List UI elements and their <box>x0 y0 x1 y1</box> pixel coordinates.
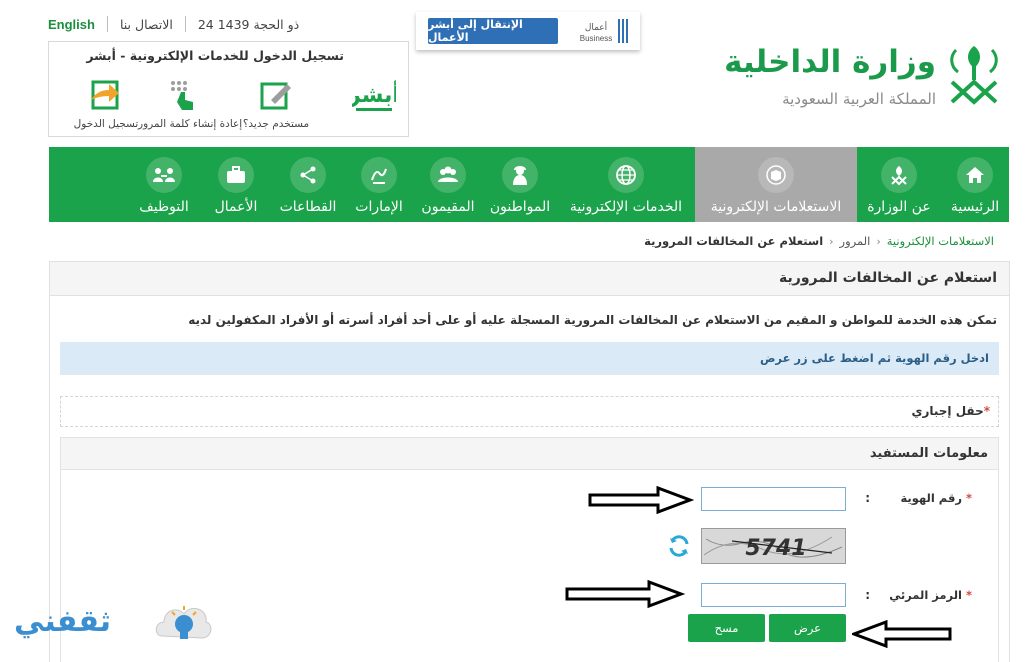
required-field-note: حقل إجباري* <box>60 396 999 427</box>
arrow-left-icon <box>852 620 952 648</box>
submit-button[interactable]: عرض <box>769 614 846 642</box>
divider <box>106 16 108 32</box>
nav-label: عن الوزارة <box>867 199 931 215</box>
absher-box-title: تسجيل الدخول للخدمات الإلكترونية - أبشر <box>86 48 344 63</box>
absher-business-banner: الإنتقال إلى أبشر الأعمال أعمال Business <box>416 12 640 50</box>
absher-login-box: تسجيل الدخول للخدمات الإلكترونية - أبشر … <box>48 41 409 137</box>
nav-label: التوظيف <box>139 199 189 215</box>
nav-label: المواطنون <box>489 199 551 215</box>
breadcrumb-traffic[interactable]: المرور <box>840 234 871 248</box>
nav-label: المقيمون <box>421 199 475 215</box>
breadcrumb: الاستعلامات الإلكترونية › المرور › استعل… <box>644 234 994 248</box>
nav-about-ministry[interactable]: عن الوزارة <box>857 147 941 222</box>
residents-icon <box>438 166 458 182</box>
ministry-brand[interactable]: وزارة الداخلية المملكة العربية السعودية <box>724 38 1010 118</box>
new-user-icon <box>260 82 291 110</box>
lightbulb-cloud-icon <box>155 606 212 639</box>
hijri-date: 24 ذو الحجة 1439 <box>197 16 300 32</box>
go-to-absher-business-button[interactable]: الإنتقال إلى أبشر الأعمال <box>428 18 558 44</box>
login-icon <box>91 80 119 110</box>
nav-home[interactable]: الرئيسية <box>941 147 1009 222</box>
page-title: استعلام عن المخالفات المرورية <box>50 262 1009 296</box>
id-number-label-text: رقم الهوية <box>900 491 962 505</box>
login-link[interactable]: تسجيل الدخول <box>60 76 152 130</box>
emirates-icon <box>371 168 387 184</box>
watermark-text: ثقفني <box>14 604 112 639</box>
absher-business-logo-icon: أعمال Business <box>580 19 628 43</box>
contact-us-link[interactable]: الاتصال بنا <box>120 17 173 32</box>
required-star: * <box>983 404 990 418</box>
inquiries-icon <box>766 165 786 185</box>
nav-residents[interactable]: المقيمون <box>413 147 483 222</box>
nav-business[interactable]: الأعمال <box>201 147 271 222</box>
nav-e-services[interactable]: الخدمات الإلكترونية <box>557 147 695 222</box>
chevron-left-icon: › <box>876 234 881 248</box>
sectors-icon <box>300 166 316 184</box>
new-user-link[interactable]: مستخدم جديد؟ <box>230 76 322 130</box>
id-number-label: رقم الهوية * <box>900 491 972 505</box>
saudi-emblem-icon <box>950 46 998 105</box>
nav-label: الأعمال <box>214 199 258 215</box>
captcha-image: 5741 <box>701 528 846 564</box>
captcha-label: الرمز المرئي * <box>889 588 972 602</box>
business-logo-ar: أعمال <box>585 21 607 33</box>
service-description: تمكن هذه الخدمة للمواطن و المقيم من الاس… <box>188 313 997 327</box>
language-switch-link[interactable]: English <box>48 17 95 32</box>
login-label: تسجيل الدخول <box>73 118 139 130</box>
instruction-banner: ادخل رقم الهوية ثم اضغط على زر عرض <box>60 342 999 375</box>
ministry-title: وزارة الداخلية <box>724 44 936 80</box>
nav-sectors[interactable]: القطاعات <box>271 147 345 222</box>
nav-label: القطاعات <box>279 199 337 215</box>
required-star: * <box>965 588 972 602</box>
nav-citizens[interactable]: المواطنون <box>483 147 557 222</box>
refresh-captcha-icon[interactable] <box>667 534 691 558</box>
clear-button[interactable]: مسح <box>688 614 765 642</box>
nav-emirates[interactable]: الإمارات <box>345 147 413 222</box>
main-navigation: الرئيسية عن الوزارة الاستعلامات الإلكترو… <box>49 147 1009 222</box>
ministry-emblem-icon <box>891 166 907 186</box>
business-logo-en: Business <box>580 34 612 43</box>
arrow-right-icon <box>565 580 685 608</box>
globe-icon <box>616 165 636 185</box>
breadcrumb-current-page: استعلام عن المخالفات المرورية <box>644 234 824 248</box>
absher-logo-text: أبشر <box>352 79 396 108</box>
id-number-input[interactable] <box>701 487 846 511</box>
arrow-right-icon <box>588 486 694 514</box>
ministry-subtitle: المملكة العربية السعودية <box>782 90 936 108</box>
captcha-graphic: 5741 <box>702 529 845 563</box>
colon: : <box>865 491 870 505</box>
nav-label: الاستعلامات الإلكترونية <box>710 199 842 215</box>
required-star: * <box>965 491 972 505</box>
new-user-label: مستخدم جديد؟ <box>242 118 310 130</box>
breadcrumb-e-inquiries[interactable]: الاستعلامات الإلكترونية <box>887 234 994 248</box>
captcha-label-text: الرمز المرئي <box>889 588 962 602</box>
section-title: معلومات المستفيد <box>61 438 998 470</box>
nav-e-inquiries[interactable]: الاستعلامات الإلكترونية <box>695 147 857 222</box>
top-utility-bar: English الاتصال بنا 24 ذو الحجة 1439 <box>48 14 299 34</box>
chevron-left-icon: › <box>829 234 834 248</box>
briefcase-icon <box>227 166 245 183</box>
reset-password-icon <box>171 81 193 110</box>
home-icon <box>966 167 984 183</box>
captcha-input[interactable] <box>701 583 846 607</box>
employment-icon <box>153 168 175 182</box>
divider <box>184 16 186 32</box>
absher-logo-icon: أبشر <box>352 79 396 111</box>
nav-label: الرئيسية <box>950 199 1000 215</box>
nav-label: الإمارات <box>355 199 403 215</box>
nav-label: الخدمات الإلكترونية <box>569 199 683 215</box>
colon: : <box>865 588 870 602</box>
site-watermark: ثقفني <box>14 596 214 656</box>
required-note-text: حقل إجباري <box>911 404 984 418</box>
nav-employment[interactable]: التوظيف <box>127 147 201 222</box>
citizen-icon <box>513 166 527 185</box>
